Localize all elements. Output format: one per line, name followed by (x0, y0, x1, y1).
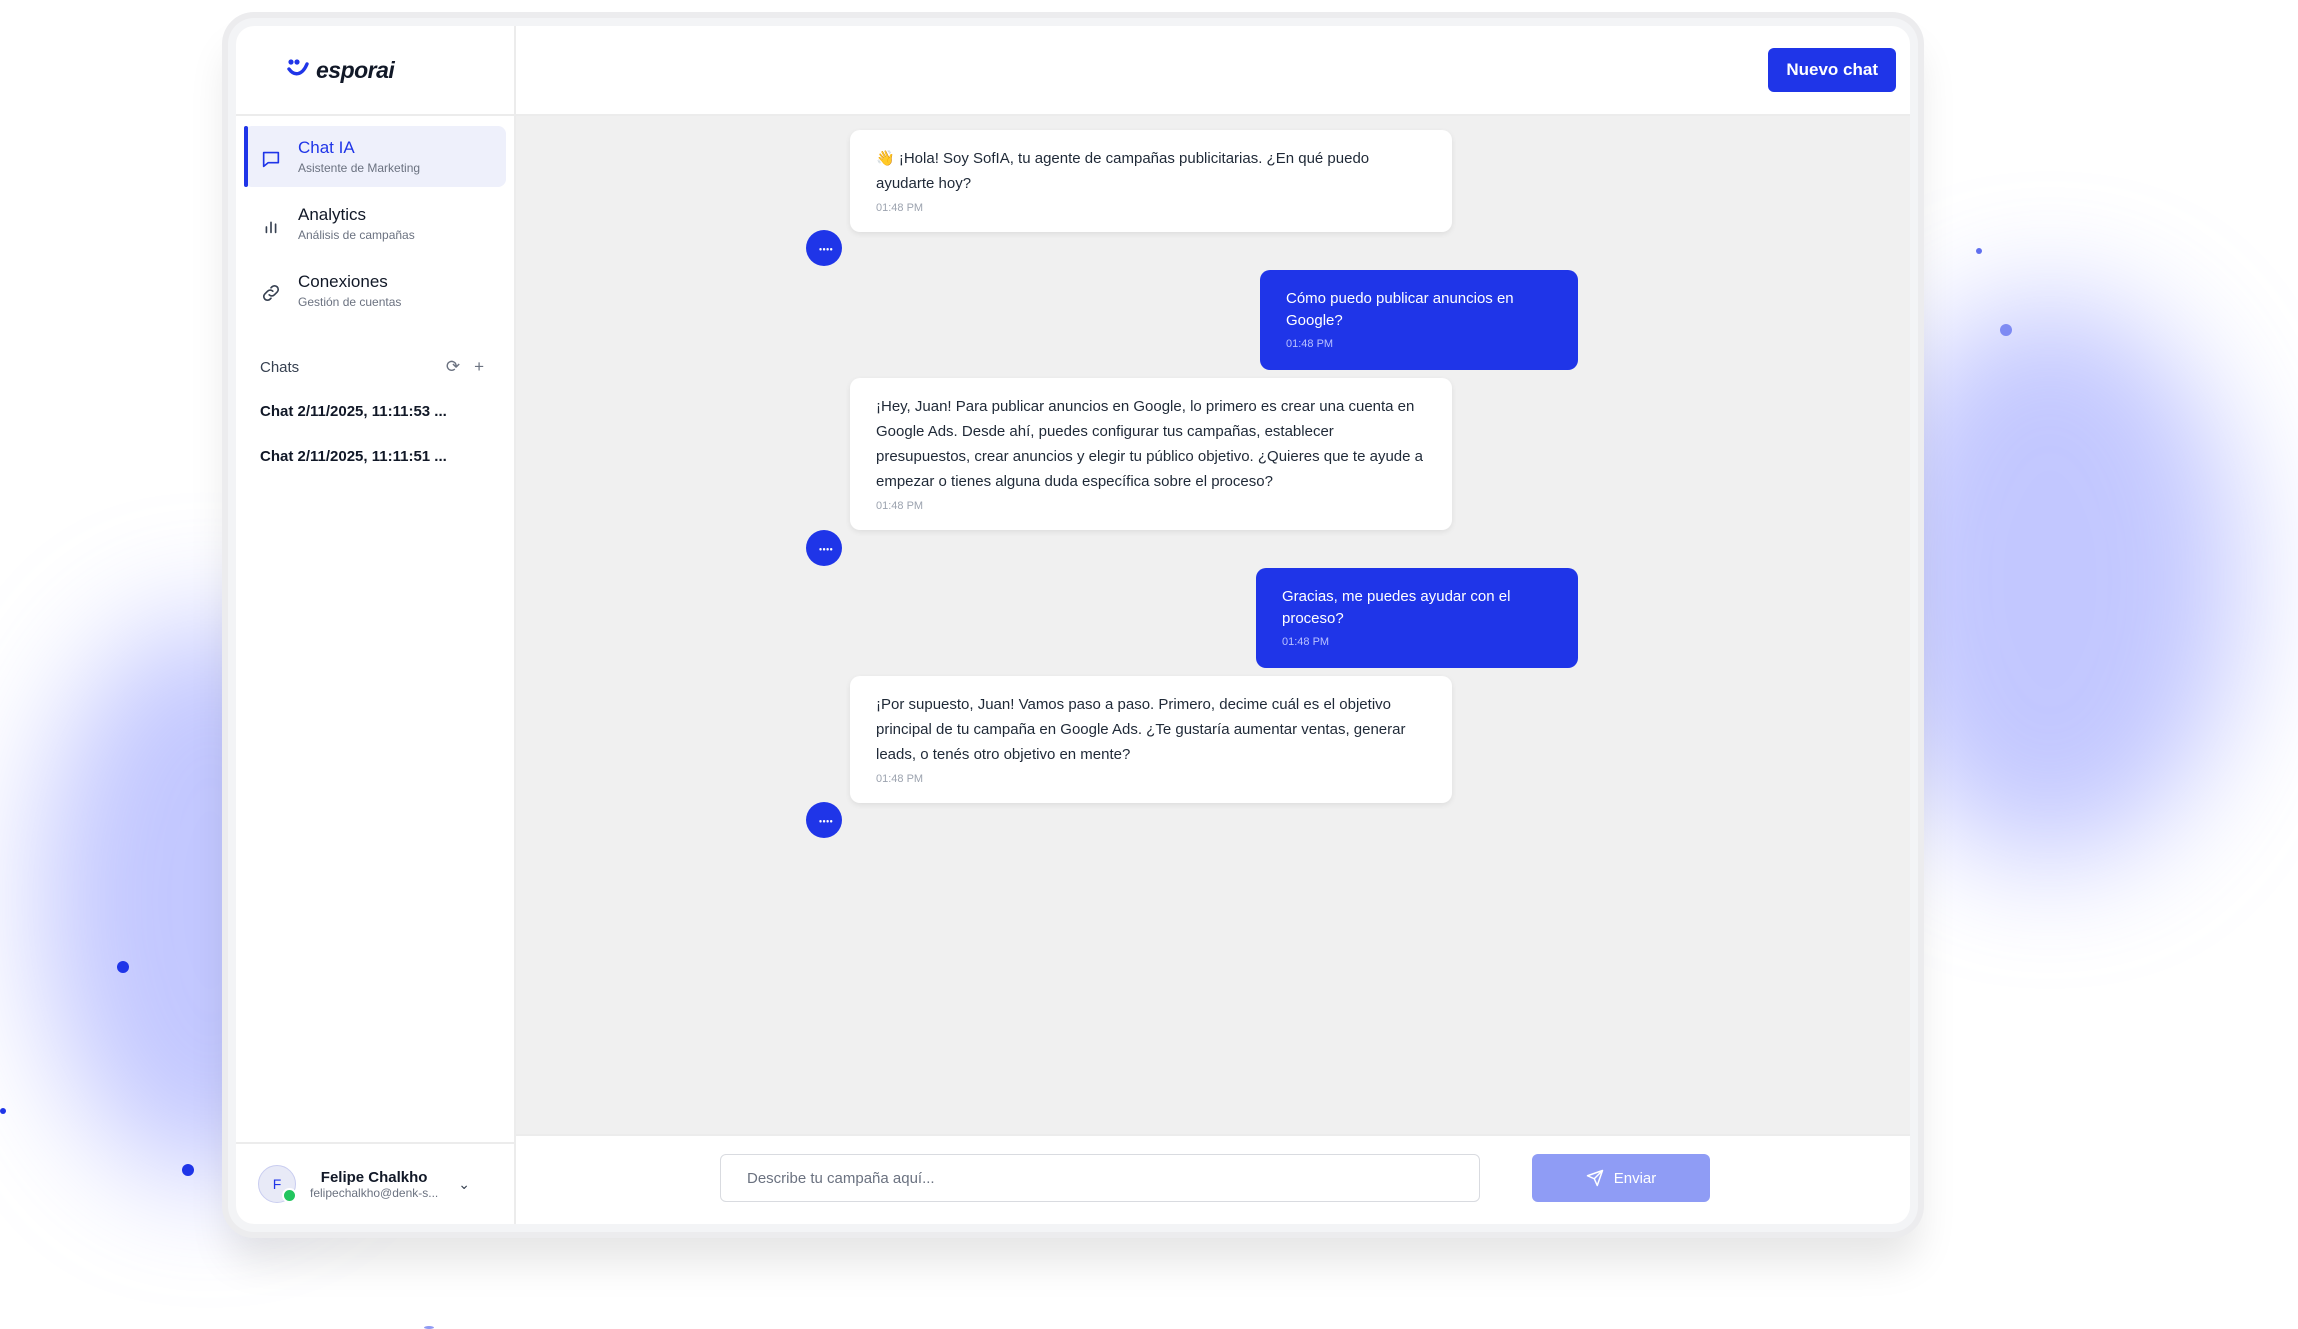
message-text: ¡Hey, Juan! Para publicar anuncios en Go… (876, 398, 1423, 490)
send-icon (1586, 1169, 1603, 1187)
chat-bubble-icon (262, 151, 280, 168)
send-button[interactable]: Enviar (1532, 1154, 1710, 1202)
user-name: Felipe Chalkho (320, 1168, 428, 1186)
send-label: Enviar (1613, 1169, 1657, 1187)
message-time: 01:48 PM (1282, 636, 1330, 648)
message-text: Cómo puedo publicar anuncios en Google? (1286, 290, 1514, 329)
bot-message: ¡Por supuesto, Juan! Vamos paso a paso. … (850, 676, 1452, 803)
chats-header: Chats ⟳ + (236, 327, 514, 389)
bot-message: ¡Hey, Juan! Para publicar anuncios en Go… (850, 378, 1452, 530)
campaign-input[interactable] (720, 1154, 1480, 1202)
message-time: 01:48 PM (876, 500, 924, 512)
message-time: 01:48 PM (1286, 338, 1334, 350)
message-text: 👋 ¡Hola! Soy SofIA, tu agente de campaña… (876, 150, 1370, 192)
esporai-logo-icon (287, 59, 309, 76)
message-list: ᠁ 👋 ¡Hola! Soy SofIA, tu agente de campa… (516, 116, 1910, 1134)
bot-message: 👋 ¡Hola! Soy SofIA, tu agente de campaña… (850, 130, 1452, 232)
chat-list-item[interactable]: Chat 2/11/2025, 11:11:53 ... (236, 389, 514, 434)
chat-panel: Nuevo chat ᠁ 👋 ¡Hola! Soy SofIA, tu agen… (516, 26, 1910, 1224)
refresh-icon[interactable]: ⟳ (446, 357, 460, 377)
chat-list-item[interactable]: Chat 2/11/2025, 11:11:51 ... (236, 434, 514, 479)
nav-title: Analytics (298, 205, 367, 224)
composer: Enviar (516, 1134, 1910, 1224)
bot-avatar-icon: ᠁ (806, 530, 842, 566)
user-email: felipechalkho@denk-s... (310, 1185, 439, 1200)
logo[interactable]: esporai (236, 26, 514, 116)
chevron-down-icon[interactable]: ⌄ (458, 1176, 470, 1193)
message-text: Gracias, me puedes ayudar con el proceso… (1282, 588, 1511, 627)
decor-dot (0, 1108, 6, 1114)
decor-dot (182, 1164, 194, 1176)
message-time: 01:48 PM (876, 202, 924, 214)
chats-title: Chats (260, 358, 300, 376)
user-menu[interactable]: F Felipe Chalkho felipechalkho@denk-s...… (236, 1142, 514, 1224)
decor-dot (117, 961, 129, 973)
topbar: Nuevo chat (516, 26, 1910, 116)
new-chat-button[interactable]: Nuevo chat (1768, 48, 1896, 92)
avatar-initial: F (272, 1176, 282, 1192)
main-nav: Chat IA Asistente de Marketing Analytics… (236, 116, 514, 321)
bar-chart-icon (265, 221, 277, 234)
link-icon (262, 284, 280, 302)
bot-avatar-icon: ᠁ (806, 802, 842, 838)
nav-item-analytics[interactable]: Analytics Análisis de campañas (244, 193, 506, 254)
nav-title: Chat IA (298, 138, 355, 157)
nav-item-conexiones[interactable]: Conexiones Gestión de cuentas (244, 260, 506, 321)
brand-name: esporai (316, 56, 395, 83)
nav-title: Conexiones (298, 272, 388, 291)
decor-dot (2000, 324, 2012, 336)
nav-item-chat-ia[interactable]: Chat IA Asistente de Marketing (244, 126, 506, 187)
user-message: Gracias, me puedes ayudar con el proceso… (1256, 568, 1578, 668)
message-time: 01:48 PM (876, 773, 924, 785)
nav-subtitle: Análisis de campañas (298, 228, 415, 242)
device-frame: esporai Chat IA Asistente de Marketing A… (228, 18, 1918, 1232)
nav-subtitle: Gestión de cuentas (298, 295, 402, 309)
decor-dot (1976, 248, 1982, 254)
nav-subtitle: Asistente de Marketing (298, 161, 421, 175)
message-text: ¡Por supuesto, Juan! Vamos paso a paso. … (876, 696, 1406, 763)
bot-avatar-icon: ᠁ (806, 230, 842, 266)
plus-icon[interactable]: + (474, 357, 484, 377)
sidebar: esporai Chat IA Asistente de Marketing A… (236, 26, 516, 1224)
online-status-indicator (282, 1188, 297, 1203)
app-window: esporai Chat IA Asistente de Marketing A… (236, 26, 1910, 1224)
avatar: F (258, 1165, 297, 1203)
user-message: Cómo puedo publicar anuncios en Google? … (1260, 270, 1578, 370)
